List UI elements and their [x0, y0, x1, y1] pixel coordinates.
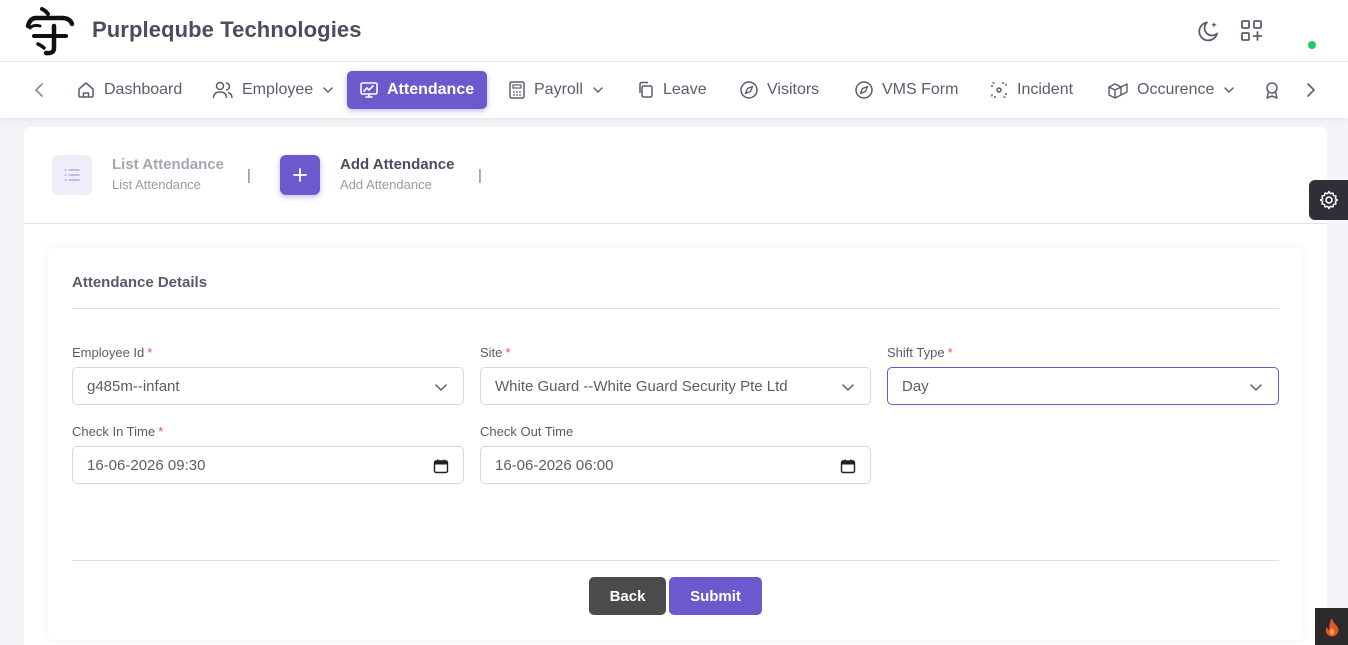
check-out-value: 16-06-2026 06:00: [495, 456, 614, 474]
chevron-down-icon: [842, 384, 854, 392]
monitor-chart-icon: [360, 82, 378, 98]
plus-icon: [293, 168, 307, 182]
home-icon: [78, 82, 94, 98]
nav-item-payroll[interactable]: Payroll: [496, 71, 617, 109]
chevron-down-icon: [1250, 384, 1262, 392]
divider: [72, 560, 1279, 561]
chevron-down-icon: [435, 384, 447, 392]
check-in-value: 16-06-2026 09:30: [87, 456, 206, 474]
nav-item-vms-form[interactable]: VMS Form: [842, 71, 970, 109]
nav-label: VMS Form: [882, 81, 959, 98]
nav-item-employee[interactable]: Employee: [200, 71, 347, 109]
copy-icon: [639, 81, 653, 98]
award-icon: [1266, 82, 1278, 99]
attendance-card: List Attendance List Attendance | Add At…: [24, 127, 1327, 645]
nav-item-incident[interactable]: Incident: [977, 71, 1085, 109]
nav-item-visitors[interactable]: Visitors: [727, 71, 831, 109]
step-title: Add Attendance: [340, 156, 455, 173]
nav-item-dashboard[interactable]: Dashboard: [64, 71, 194, 109]
users-icon: [212, 81, 233, 99]
chevron-down-icon: [1224, 87, 1235, 93]
site-value: White Guard --White Guard Security Pte L…: [495, 377, 788, 395]
back-button[interactable]: Back: [589, 577, 666, 615]
nav-label: Employee: [242, 81, 314, 98]
check-in-input[interactable]: 16-06-2026 09:30: [72, 446, 464, 484]
compass-icon: [855, 81, 873, 99]
step-wizard: List Attendance List Attendance | Add At…: [24, 127, 1327, 224]
step-add-attendance[interactable]: [280, 155, 320, 195]
nav-label: Visitors: [767, 81, 820, 98]
fire-widget[interactable]: [1315, 608, 1348, 645]
top-header: Purpleqube Technologies: [0, 0, 1348, 62]
boxes-icon: [1108, 83, 1128, 99]
nav-label: Occurence: [1137, 81, 1215, 98]
company-name: Purpleqube Technologies: [92, 17, 362, 42]
apps-add-icon[interactable]: [1239, 18, 1265, 44]
step-list-attendance[interactable]: [52, 155, 92, 195]
theme-settings-button[interactable]: [1309, 180, 1348, 220]
employee-id-value: g485m--infant: [87, 377, 180, 395]
employee-id-select[interactable]: g485m--infant: [72, 367, 464, 405]
step-separator: |: [478, 167, 482, 184]
main-nav: Dashboard Employee Attendance Payroll Le…: [0, 62, 1348, 118]
check-out-input[interactable]: 16-06-2026 06:00: [480, 446, 871, 484]
check-out-label: Check Out Time: [480, 424, 574, 439]
step-title: List Attendance: [112, 156, 224, 173]
employee-id-label: Employee Id *: [72, 345, 153, 360]
section-title: Attendance Details: [72, 274, 208, 291]
online-status-dot: [1308, 41, 1316, 49]
site-label: Site *: [480, 345, 511, 360]
calculator-icon: [509, 81, 525, 99]
attendance-details-form: Attendance Details Employee Id * g485m--i…: [48, 248, 1303, 640]
nav-label: Payroll: [534, 81, 583, 98]
shift-type-label: Shift Type *: [887, 345, 953, 360]
step-separator: |: [247, 167, 251, 184]
check-in-label: Check In Time *: [72, 424, 164, 439]
nav-scroll-right-icon[interactable]: [1300, 79, 1322, 101]
nav-label: Leave: [663, 81, 707, 98]
nav-scroll-left-icon[interactable]: [28, 79, 50, 101]
company-logo: [25, 7, 75, 56]
gear-icon: [1319, 190, 1338, 210]
shift-type-value: Day: [902, 377, 929, 395]
nav-item-leave[interactable]: Leave: [625, 71, 719, 109]
nav-item-occurence[interactable]: Occurence: [1095, 71, 1248, 109]
step-subtitle: Add Attendance: [340, 177, 432, 192]
nav-label: Attendance: [387, 81, 475, 98]
divider: [72, 308, 1279, 309]
compass-icon: [740, 81, 758, 99]
chevron-down-icon: [593, 87, 603, 93]
nav-label: Incident: [1017, 81, 1074, 98]
step-subtitle: List Attendance: [112, 177, 201, 192]
moon-icon[interactable]: [1196, 18, 1222, 44]
submit-button[interactable]: Submit: [669, 577, 762, 615]
flame-icon: [1325, 617, 1338, 636]
focus-icon: [991, 82, 1007, 98]
calendar-icon[interactable]: [840, 458, 856, 474]
site-select[interactable]: White Guard --White Guard Security Pte L…: [480, 367, 871, 405]
chevron-down-icon: [323, 87, 333, 93]
list-icon: [64, 169, 80, 181]
nav-item-awards[interactable]: [1252, 71, 1292, 109]
calendar-icon[interactable]: [433, 458, 449, 474]
shift-type-select[interactable]: Day: [887, 367, 1279, 405]
nav-label: Dashboard: [104, 81, 183, 98]
nav-item-attendance[interactable]: Attendance: [347, 71, 487, 109]
